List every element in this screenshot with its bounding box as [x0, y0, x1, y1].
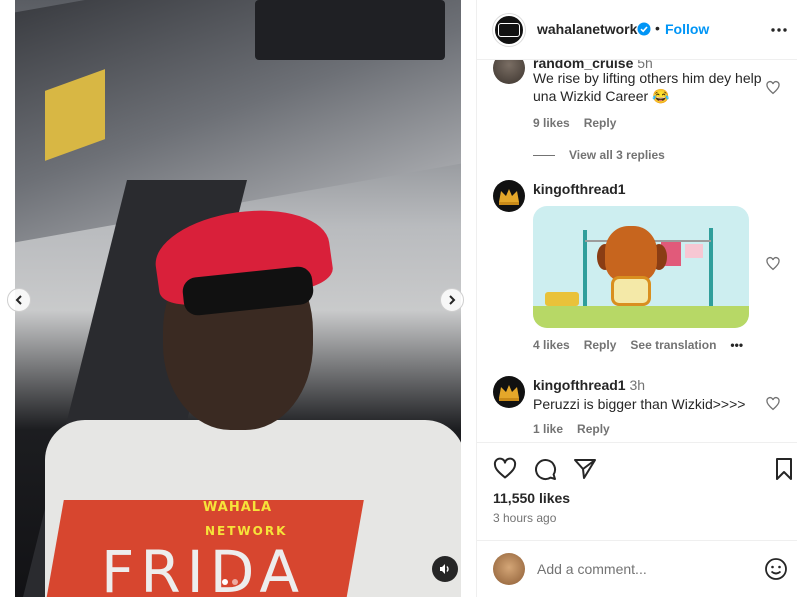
current-user-avatar — [493, 553, 525, 585]
mute-button[interactable] — [432, 556, 458, 582]
crown-icon — [499, 189, 519, 205]
comment-likes[interactable]: 1 like — [533, 422, 563, 436]
like-comment-heart-icon[interactable] — [765, 396, 781, 412]
commenter-avatar[interactable] — [493, 376, 525, 408]
like-heart-icon[interactable] — [493, 457, 517, 481]
comment-username[interactable]: kingofthread1 — [533, 181, 626, 197]
chevron-left-icon — [15, 295, 22, 305]
chevron-right-icon — [449, 295, 456, 305]
post-author-username[interactable]: wahalanetwork — [537, 21, 637, 37]
gif-dog — [605, 226, 657, 282]
comment-body: kingofthread1 3h — [533, 376, 763, 394]
video-watermark-subline: NETWORK — [205, 524, 288, 538]
comment-meta: 9 likes Reply — [533, 116, 616, 130]
comment-composer — [477, 540, 797, 597]
comment-input[interactable] — [537, 559, 747, 579]
comment-time: 3h — [629, 377, 646, 393]
media-panel: WAHALA NETWORK FRIDA — [0, 0, 476, 597]
like-comment-heart-icon[interactable] — [765, 80, 781, 96]
carousel-dot — [222, 579, 228, 585]
carousel-dot — [232, 579, 238, 585]
video-watermark: WAHALA — [203, 500, 273, 515]
post-header: wahalanetwork • Follow — [477, 0, 797, 60]
emoji-icon[interactable] — [764, 557, 788, 581]
gif-laundry — [685, 244, 703, 258]
speaker-icon — [440, 564, 449, 574]
verified-badge-icon — [637, 22, 651, 36]
gif-basket — [545, 292, 579, 306]
comment-meta: 4 likes Reply See translation ••• — [533, 338, 743, 352]
gif-dog-body — [611, 276, 651, 306]
follow-button[interactable]: Follow — [665, 21, 709, 37]
post-likes-count[interactable]: 11,550 likes — [493, 490, 570, 506]
reply-button[interactable]: Reply — [584, 338, 617, 352]
comment-username[interactable]: kingofthread1 — [533, 377, 626, 393]
like-comment-heart-icon[interactable] — [765, 256, 781, 272]
carousel-indicator — [222, 579, 238, 585]
video-player[interactable]: WAHALA NETWORK FRIDA — [15, 0, 461, 597]
comment-likes[interactable]: 4 likes — [533, 338, 570, 352]
comment-meta: 1 like Reply — [533, 422, 610, 436]
gif-grass — [533, 306, 749, 328]
view-replies-label: View all 3 replies — [569, 148, 665, 162]
comment-body: kingofthread1 — [533, 180, 763, 198]
post-timestamp[interactable]: 3 hours ago — [493, 511, 556, 525]
profile-avatar[interactable] — [493, 14, 525, 46]
wahala-logo-icon — [498, 23, 520, 37]
commenter-avatar[interactable] — [493, 60, 525, 84]
save-bookmark-icon[interactable] — [772, 457, 796, 481]
reply-button[interactable]: Reply — [577, 422, 610, 436]
previous-media-button[interactable] — [7, 288, 31, 312]
header-separator: • — [655, 20, 660, 36]
post-sidebar: wahalanetwork • Follow random_cruise 5h … — [476, 0, 797, 597]
comment-bubble-icon[interactable] — [533, 457, 557, 481]
view-replies-button[interactable]: View all 3 replies — [533, 148, 665, 162]
post-actions: 11,550 likes 3 hours ago — [477, 442, 797, 554]
next-media-button[interactable] — [440, 288, 464, 312]
comment-options-button[interactable]: ••• — [730, 338, 743, 352]
more-options-icon[interactable] — [767, 20, 791, 40]
reply-button[interactable]: Reply — [584, 116, 617, 130]
video-shirt-text: FRIDA — [101, 538, 306, 597]
comment-text: We rise by lifting others him dey help u… — [533, 70, 762, 104]
commenter-avatar[interactable] — [493, 180, 525, 212]
comment-gif[interactable] — [533, 206, 749, 328]
see-translation-button[interactable]: See translation — [630, 338, 716, 352]
comment-text: Peruzzi is bigger than Wizkid>>>> — [533, 396, 746, 412]
crown-icon — [499, 385, 519, 401]
comments-list[interactable]: random_cruise 5h We rise by lifting othe… — [477, 60, 797, 442]
replies-divider — [533, 154, 555, 156]
share-send-icon[interactable] — [573, 457, 597, 481]
gif-pole — [583, 230, 587, 310]
video-frame-light — [255, 0, 445, 60]
comment-likes[interactable]: 9 likes — [533, 116, 570, 130]
